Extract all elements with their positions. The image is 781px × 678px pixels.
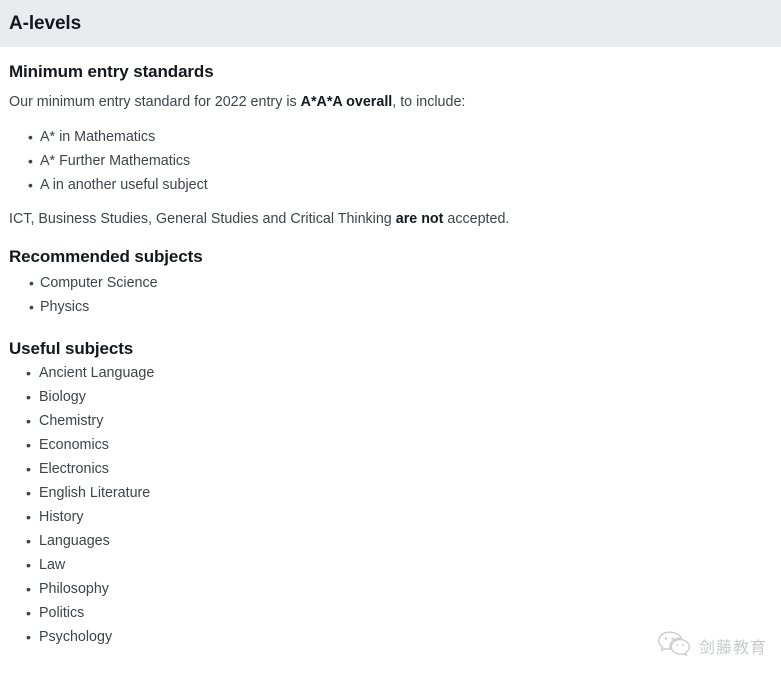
intro-grade-requirement: A*A*A overall <box>300 94 393 110</box>
exclusion-text-after: accepted. <box>443 211 510 228</box>
list-item: History <box>9 505 772 529</box>
page-header: A-levels <box>0 0 781 47</box>
list-item: Politics <box>9 601 772 625</box>
heading-recommended-subjects: Recommended subjects <box>9 247 203 267</box>
list-item: Economics <box>9 433 772 457</box>
list-item: Biology <box>9 385 772 409</box>
minimum-entry-intro-paragraph: Our minimum entry standard for 2022 entr… <box>9 80 772 111</box>
useful-subjects-list: Ancient Language Biology Chemistry Econo… <box>9 357 772 649</box>
list-item: A in another useful subject <box>9 173 772 197</box>
list-item: Electronics <box>9 457 772 481</box>
list-item: English Literature <box>9 481 772 505</box>
main-content: Minimum entry standards Our minimum entr… <box>0 47 781 649</box>
list-item: Psychology <box>9 625 772 649</box>
heading-useful-subjects: Useful subjects <box>9 339 134 359</box>
list-item: Computer Science <box>9 271 772 295</box>
heading-minimum-entry-standards: Minimum entry standards <box>9 62 214 81</box>
list-item: A* Further Mathematics <box>9 149 772 173</box>
list-item: Ancient Language <box>9 361 772 385</box>
page-title: A-levels <box>9 13 82 34</box>
list-item: A* in Mathematics <box>9 125 772 149</box>
list-item: Physics <box>9 295 772 319</box>
recommended-subjects-list: Computer Science Physics <box>9 265 772 319</box>
entry-requirements-list: A* in Mathematics A* Further Mathematics… <box>9 111 772 197</box>
list-item: Law <box>9 553 772 577</box>
exclusion-text-before: ICT, Business Studies, General Studies a… <box>9 211 396 228</box>
intro-text-after: , to include: <box>392 94 466 110</box>
list-item: Philosophy <box>9 577 772 601</box>
exclusion-emphasis: are not <box>395 211 444 228</box>
intro-text-before: Our minimum entry standard for 2022 entr… <box>9 94 301 110</box>
excluded-subjects-paragraph: ICT, Business Studies, General Studies a… <box>9 197 772 228</box>
list-item: Chemistry <box>9 409 772 433</box>
list-item: Languages <box>9 529 772 553</box>
